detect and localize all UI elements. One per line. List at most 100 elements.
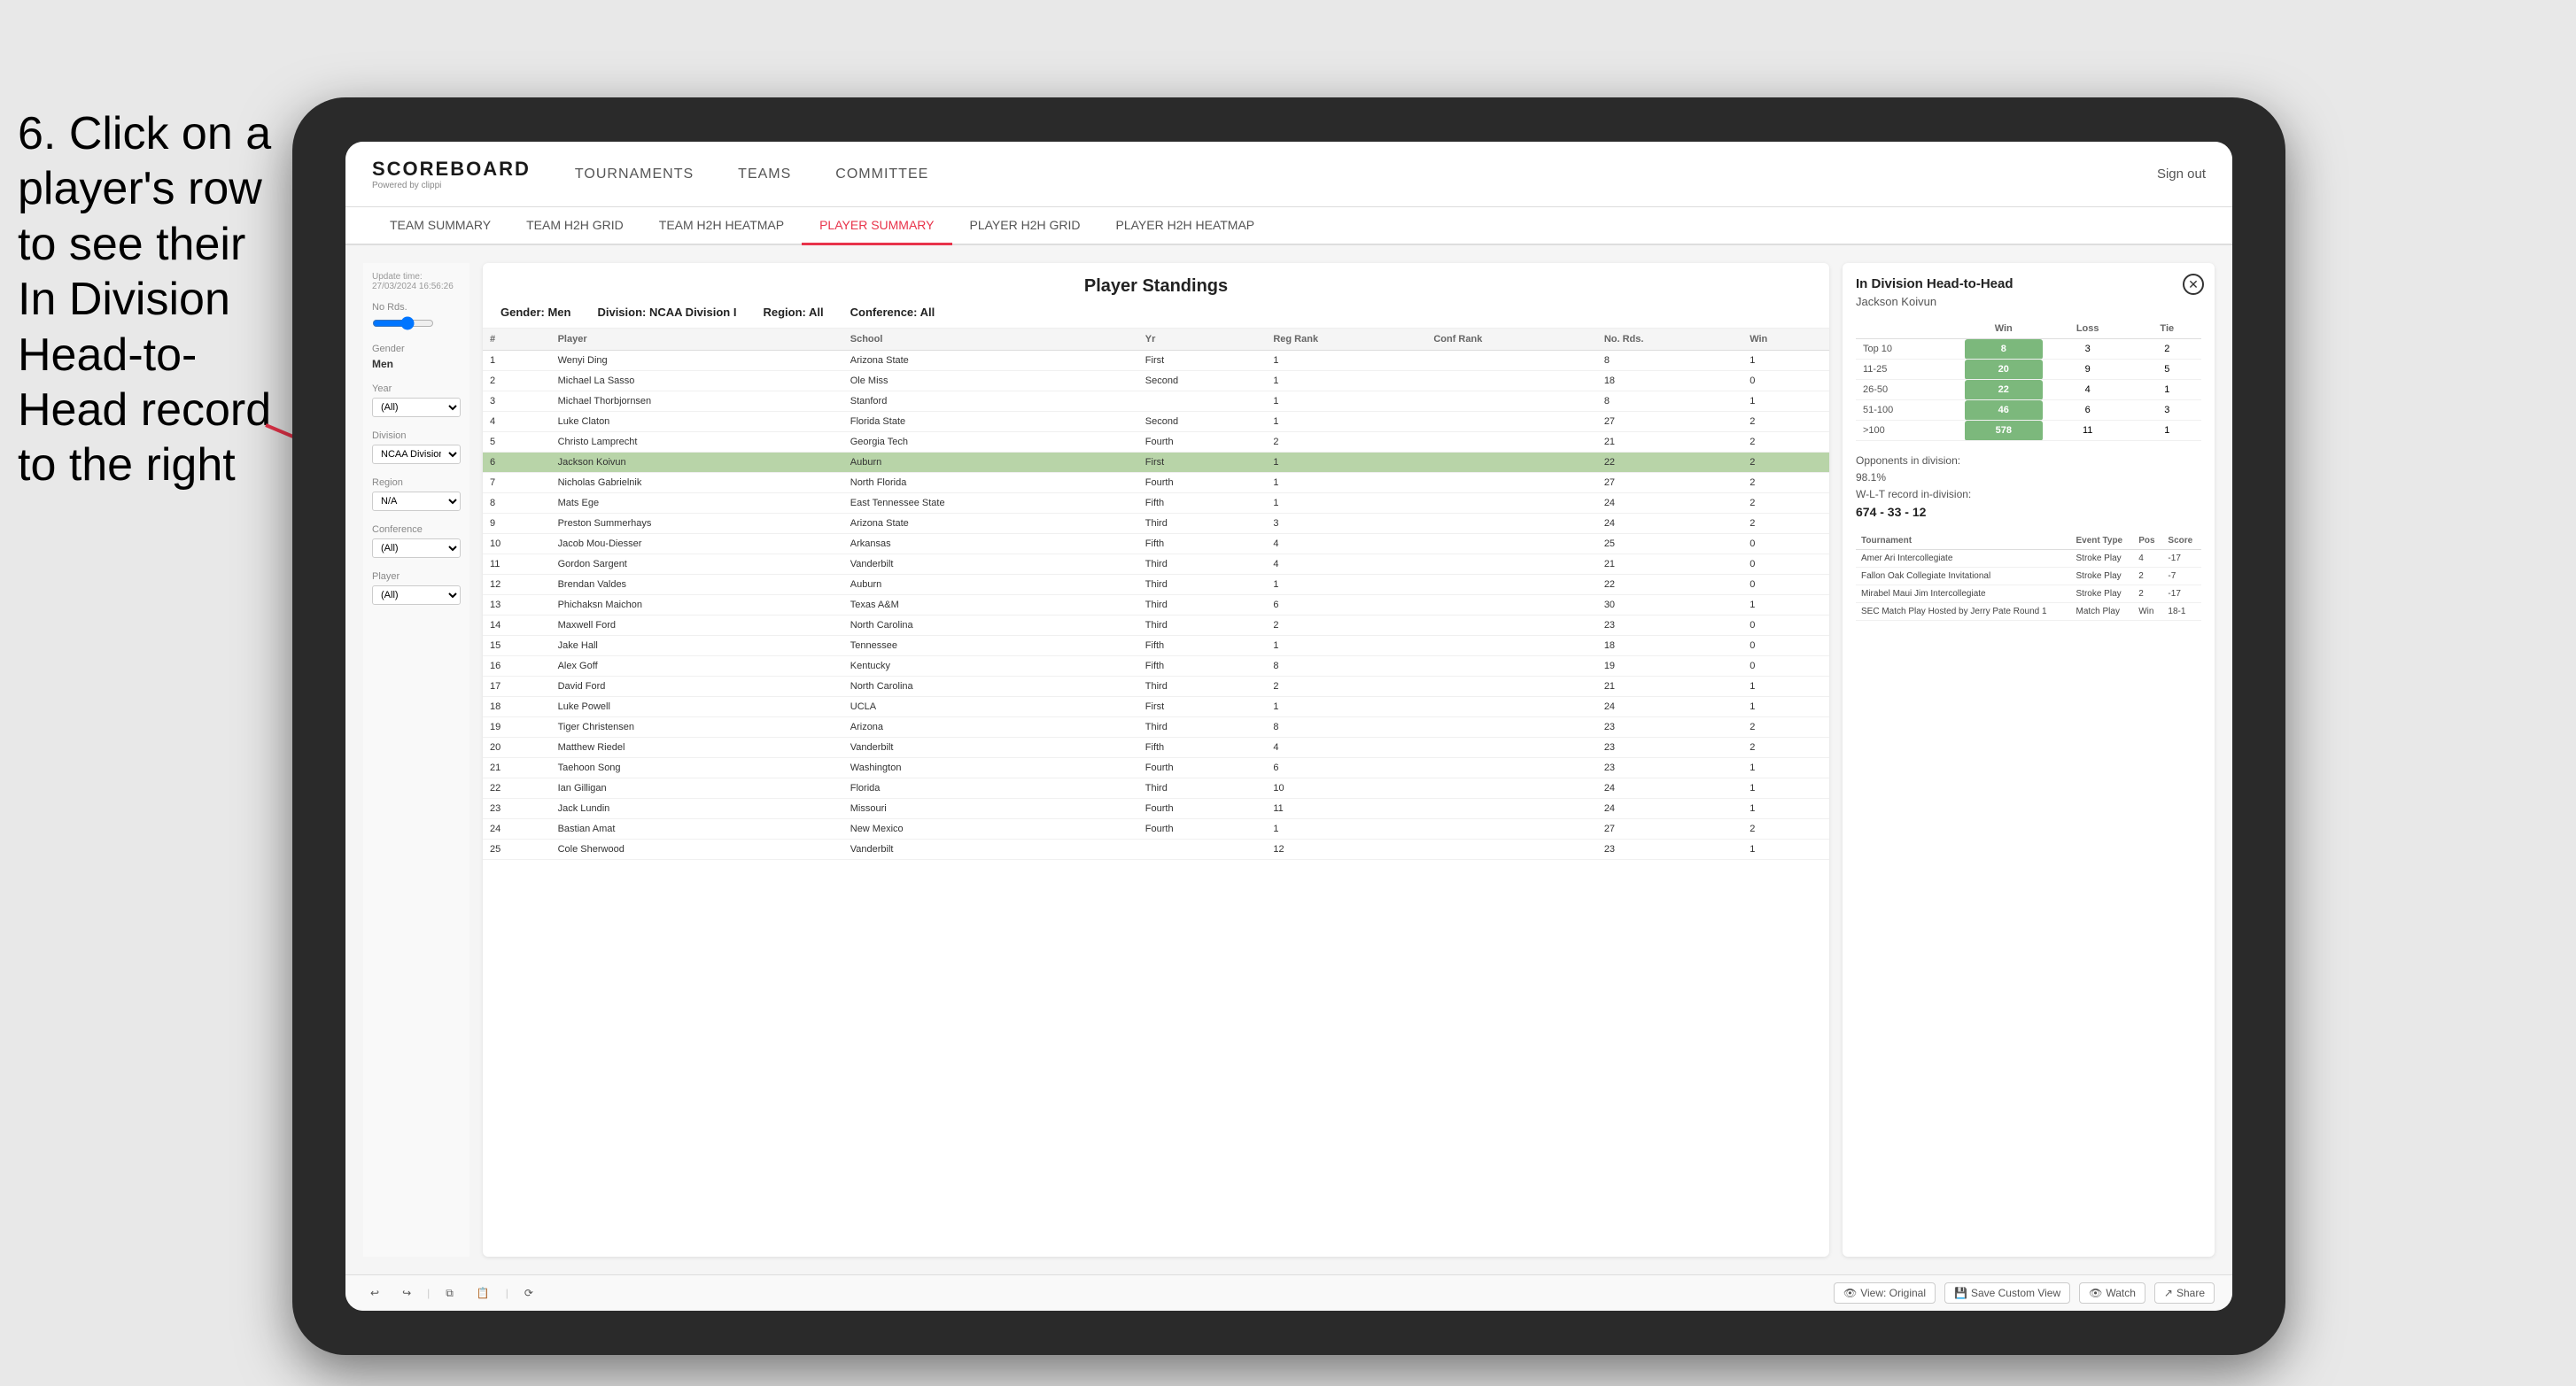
table-row[interactable]: 15 Jake Hall Tennessee Fifth 1 18 0: [483, 636, 1829, 656]
tournament-type: Stroke Play: [2071, 550, 2134, 568]
h2h-loss: 4: [2043, 380, 2133, 400]
nav-tournaments[interactable]: TOURNAMENTS: [575, 162, 694, 187]
table-row[interactable]: 12 Brendan Valdes Auburn Third 1 22 0: [483, 575, 1829, 595]
nav-teams[interactable]: TEAMS: [738, 162, 791, 187]
share-button[interactable]: ↗ Share: [2154, 1282, 2215, 1304]
cell-yr: First: [1138, 697, 1267, 717]
no-rds-slider[interactable]: [372, 316, 434, 330]
cell-school: Arizona: [843, 717, 1138, 738]
table-row[interactable]: 25 Cole Sherwood Vanderbilt 12 23 1: [483, 840, 1829, 860]
cell-no-rds: 23: [1597, 840, 1742, 860]
cell-num: 9: [483, 514, 551, 534]
h2h-rank-col: [1856, 319, 1965, 339]
h2h-close-button[interactable]: ✕: [2183, 274, 2204, 295]
table-row[interactable]: 20 Matthew Riedel Vanderbilt Fifth 4 23 …: [483, 738, 1829, 758]
table-row[interactable]: 4 Luke Claton Florida State Second 1 27 …: [483, 412, 1829, 432]
cell-conf-rank: [1426, 351, 1597, 371]
tournament-score: -17: [2162, 585, 2201, 603]
standings-panel: Player Standings Gender: Men Division: N…: [483, 263, 1829, 1257]
cell-no-rds: 18: [1597, 371, 1742, 391]
cell-conf-rank: [1426, 575, 1597, 595]
table-row[interactable]: 18 Luke Powell UCLA First 1 24 1: [483, 697, 1829, 717]
paste-button[interactable]: 📋: [469, 1283, 497, 1303]
save-custom-button[interactable]: 💾 Save Custom View: [1944, 1282, 2070, 1304]
cell-conf-rank: [1426, 534, 1597, 554]
cell-player: Ian Gilligan: [551, 778, 843, 799]
table-row[interactable]: 13 Phichaksn Maichon Texas A&M Third 6 3…: [483, 595, 1829, 616]
tab-player-summary[interactable]: PLAYER SUMMARY: [802, 207, 951, 245]
tab-player-h2h-grid[interactable]: PLAYER H2H GRID: [952, 207, 1098, 245]
standings-header: Player Standings Gender: Men Division: N…: [483, 263, 1829, 329]
cell-no-rds: 22: [1597, 575, 1742, 595]
cell-school: UCLA: [843, 697, 1138, 717]
copy-button[interactable]: ⧉: [438, 1283, 461, 1304]
player-filter-select[interactable]: (All): [372, 585, 461, 605]
tab-team-h2h-grid[interactable]: TEAM H2H GRID: [508, 207, 641, 245]
region-filter-select[interactable]: N/A: [372, 492, 461, 511]
h2h-tie: 1: [2133, 421, 2201, 441]
table-row[interactable]: 11 Gordon Sargent Vanderbilt Third 4 21 …: [483, 554, 1829, 575]
sign-out-button[interactable]: Sign out: [2157, 166, 2206, 182]
table-row[interactable]: 24 Bastian Amat New Mexico Fourth 1 27 2: [483, 819, 1829, 840]
tab-player-h2h-heatmap[interactable]: PLAYER H2H HEATMAP: [1098, 207, 1273, 245]
cell-yr: Third: [1138, 717, 1267, 738]
watch-button[interactable]: 👁 Watch: [2079, 1282, 2145, 1304]
view-original-button[interactable]: 👁 View: Original: [1834, 1282, 1936, 1304]
h2h-rank: >100: [1856, 421, 1965, 441]
cell-win: 1: [1742, 758, 1829, 778]
table-row[interactable]: 19 Tiger Christensen Arizona Third 8 23 …: [483, 717, 1829, 738]
cell-school: New Mexico: [843, 819, 1138, 840]
cell-num: 2: [483, 371, 551, 391]
h2h-row: 11-25 20 9 5: [1856, 360, 2201, 380]
table-row[interactable]: 21 Taehoon Song Washington Fourth 6 23 1: [483, 758, 1829, 778]
table-row[interactable]: 8 Mats Ege East Tennessee State Fifth 1 …: [483, 493, 1829, 514]
conference-filter-select[interactable]: (All): [372, 538, 461, 558]
year-filter-select[interactable]: (All): [372, 398, 461, 417]
table-row[interactable]: 23 Jack Lundin Missouri Fourth 11 24 1: [483, 799, 1829, 819]
cell-num: 20: [483, 738, 551, 758]
cell-player: David Ford: [551, 677, 843, 697]
tab-team-h2h-heatmap[interactable]: TEAM H2H HEATMAP: [641, 207, 802, 245]
table-row[interactable]: 3 Michael Thorbjornsen Stanford 1 8 1: [483, 391, 1829, 412]
table-row[interactable]: 7 Nicholas Gabrielnik North Florida Four…: [483, 473, 1829, 493]
table-row[interactable]: 1 Wenyi Ding Arizona State First 1 8 1: [483, 351, 1829, 371]
cell-no-rds: 22: [1597, 453, 1742, 473]
region-filter-label: Region: [372, 477, 461, 488]
table-row[interactable]: 16 Alex Goff Kentucky Fifth 8 19 0: [483, 656, 1829, 677]
refresh-button[interactable]: ⟳: [517, 1283, 540, 1303]
cell-num: 7: [483, 473, 551, 493]
cell-win: 1: [1742, 677, 1829, 697]
table-row[interactable]: 22 Ian Gilligan Florida Third 10 24 1: [483, 778, 1829, 799]
update-time: Update time: 27/03/2024 16:56:26: [372, 272, 461, 291]
cell-no-rds: 30: [1597, 595, 1742, 616]
tournament-name: SEC Match Play Hosted by Jerry Pate Roun…: [1856, 603, 2071, 621]
gender-filter-value: Men: [372, 358, 461, 370]
cell-yr: Third: [1138, 616, 1267, 636]
undo-button[interactable]: ↩: [363, 1283, 386, 1303]
h2h-tie-col: Tie: [2133, 319, 2201, 339]
h2h-loss: 11: [2043, 421, 2133, 441]
table-row[interactable]: 5 Christo Lamprecht Georgia Tech Fourth …: [483, 432, 1829, 453]
cell-num: 16: [483, 656, 551, 677]
tab-team-summary[interactable]: TEAM SUMMARY: [372, 207, 508, 245]
cell-win: 2: [1742, 473, 1829, 493]
region-display: Region: All: [763, 306, 823, 319]
cell-school: North Carolina: [843, 616, 1138, 636]
h2h-tie: 2: [2133, 339, 2201, 360]
cell-school: Auburn: [843, 453, 1138, 473]
cell-school: North Florida: [843, 473, 1138, 493]
tournament-name: Fallon Oak Collegiate Invitational: [1856, 568, 2071, 585]
table-row[interactable]: 14 Maxwell Ford North Carolina Third 2 2…: [483, 616, 1829, 636]
cell-conf-rank: [1426, 840, 1597, 860]
h2h-row: Top 10 8 3 2: [1856, 339, 2201, 360]
cell-player: Phichaksn Maichon: [551, 595, 843, 616]
table-row[interactable]: 17 David Ford North Carolina Third 2 21 …: [483, 677, 1829, 697]
redo-button[interactable]: ↪: [395, 1283, 418, 1303]
table-row[interactable]: 2 Michael La Sasso Ole Miss Second 1 18 …: [483, 371, 1829, 391]
table-row[interactable]: 10 Jacob Mou-Diesser Arkansas Fifth 4 25…: [483, 534, 1829, 554]
table-row[interactable]: 9 Preston Summerhays Arizona State Third…: [483, 514, 1829, 534]
cell-no-rds: 27: [1597, 819, 1742, 840]
division-filter-select[interactable]: NCAA Division I: [372, 445, 461, 464]
nav-committee[interactable]: COMMITTEE: [835, 162, 928, 187]
table-row[interactable]: 6 Jackson Koivun Auburn First 1 22 2: [483, 453, 1829, 473]
